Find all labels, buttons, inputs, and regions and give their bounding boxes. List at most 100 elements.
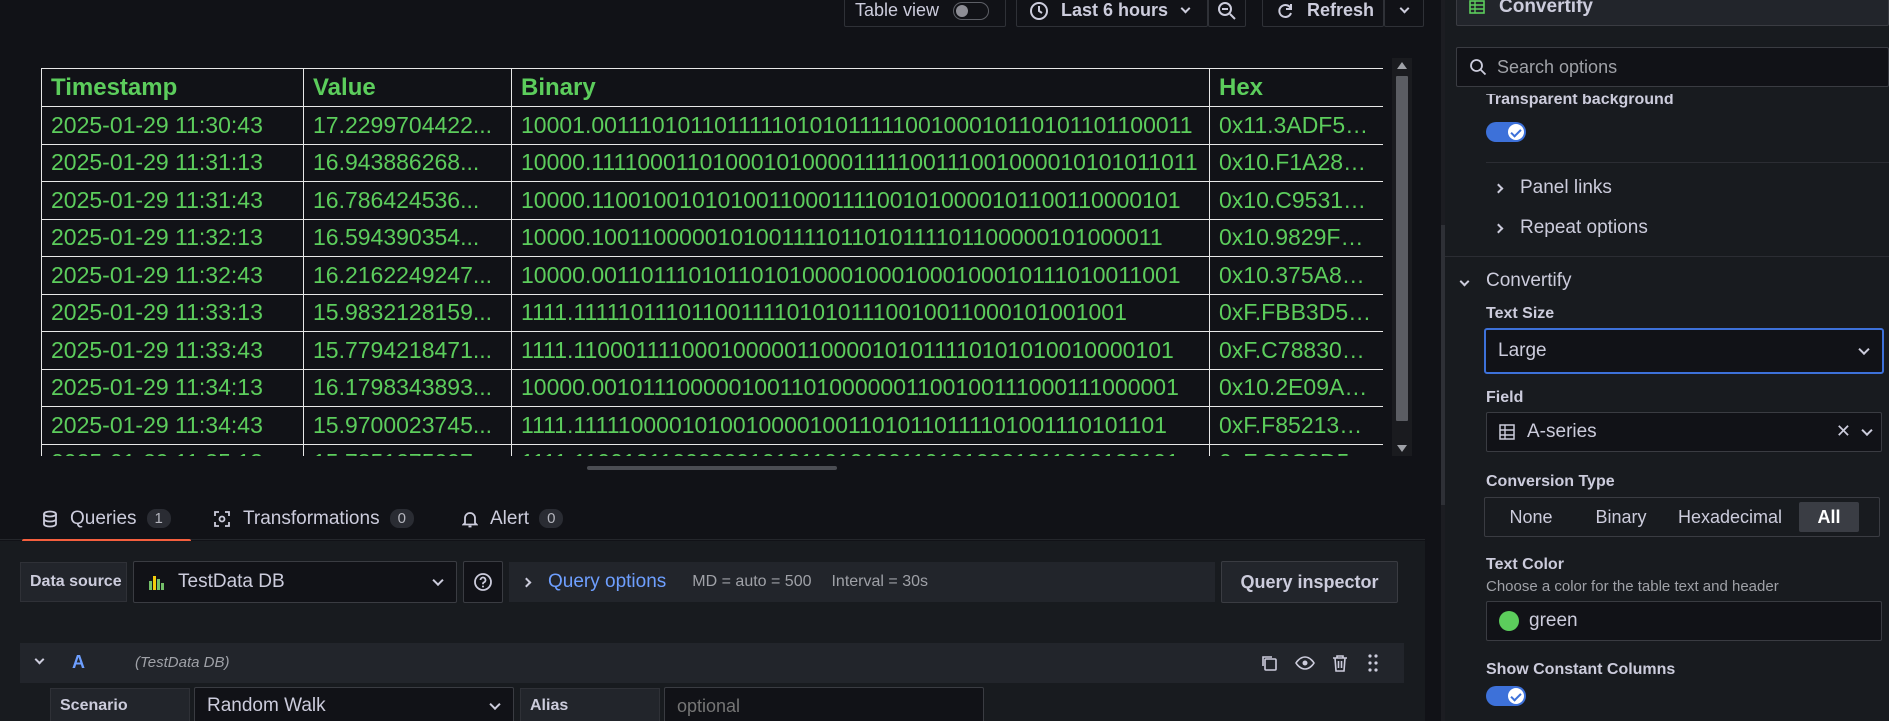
max-data-points-info: MD = auto = 500: [692, 573, 812, 590]
data-source-value: TestData DB: [178, 571, 285, 592]
query-row-header[interactable]: A (TestData DB): [20, 643, 1404, 683]
tab-transformations[interactable]: Transformations 0: [213, 497, 414, 540]
text-color-picker[interactable]: green: [1486, 601, 1882, 641]
search-input[interactable]: Search options: [1497, 57, 1617, 78]
eye-icon[interactable]: [1295, 654, 1315, 672]
conversion-option-binary[interactable]: Binary: [1577, 498, 1665, 536]
hex-cell: 0xF.C0C0D50...: [1209, 443, 1383, 456]
value-cell: 16.786424536...: [303, 181, 512, 220]
timestamp-cell: 2025-01-29 11:32:43: [41, 256, 304, 295]
conversion-option-hexadecimal[interactable]: Hexadecimal: [1665, 498, 1795, 536]
refresh-button[interactable]: Refresh: [1262, 0, 1384, 27]
data-source-picker[interactable]: TestData DB: [133, 561, 457, 603]
table-vertical-scrollbar[interactable]: [1392, 58, 1412, 456]
query-inspector-button[interactable]: Query inspector: [1221, 561, 1398, 603]
table-row: 2025-01-29 11:31:43 16.786424536... 10000.…: [41, 181, 1383, 220]
table-view-toggle[interactable]: Table view: [844, 0, 1006, 27]
value-cell: 15.7794218471...: [303, 331, 512, 370]
binary-cell: 10000.1111000110100010100001111100111001…: [511, 143, 1210, 182]
chevron-down-icon: [1858, 343, 1870, 356]
clear-icon[interactable]: ✕: [1836, 421, 1851, 442]
column-header-binary[interactable]: Binary: [511, 68, 1210, 107]
interval-info: Interval = 30s: [831, 573, 928, 590]
hex-cell: 0x10.9829F75...: [1209, 218, 1383, 257]
binary-cell: 1111.11111011101100111101010111001001100…: [511, 293, 1210, 332]
refresh-interval-dropdown[interactable]: [1384, 0, 1424, 27]
field-value: A-series: [1527, 421, 1597, 442]
trash-icon[interactable]: [1332, 654, 1348, 672]
zoom-out-icon: [1218, 1, 1236, 20]
binary-cell: 10000.0010111000001001101000000110010011…: [511, 368, 1210, 407]
zoom-out-button[interactable]: [1208, 0, 1246, 27]
options-scroll-area[interactable]: Transparent background Panel links Repea…: [1445, 94, 1889, 721]
chevron-down-icon: [1180, 3, 1191, 14]
visualization-picker[interactable]: Convertify: [1456, 0, 1889, 26]
table-view-switch[interactable]: [953, 1, 990, 20]
query-options-bar[interactable]: Query options MD = auto = 500 Interval =…: [509, 562, 1215, 602]
time-range-picker[interactable]: Last 6 hours: [1016, 0, 1208, 27]
scenario-label: Scenario: [50, 688, 190, 721]
convertify-plugin-icon: [1469, 0, 1485, 14]
query-ref-id[interactable]: A: [72, 652, 85, 673]
timestamp-cell: 2025-01-29 11:30:43: [41, 106, 304, 145]
convertify-section-header[interactable]: Convertify: [1459, 263, 1572, 299]
tab-transformations-label: Transformations: [243, 507, 380, 529]
show-constant-columns-label: Show Constant Columns: [1486, 661, 1676, 678]
chevron-down-icon: [1861, 424, 1873, 437]
data-table-container[interactable]: Timestamp Value Binary Hex 2025-01-29 11…: [41, 68, 1383, 456]
table-row: 2025-01-29 11:32:43 16.2162249247... 10000…: [41, 256, 1383, 295]
chevron-down-icon[interactable]: [34, 654, 45, 665]
duplicate-query-icon[interactable]: [1260, 654, 1278, 672]
conversion-option-all[interactable]: All: [1799, 502, 1859, 532]
query-datasource-name: (TestData DB): [135, 654, 230, 671]
table-header-row: Timestamp Value Binary Hex: [41, 68, 1383, 107]
alias-label: Alias: [520, 688, 660, 721]
value-cell: 15.9832128159...: [303, 293, 512, 332]
value-cell: 16.1798343893...: [303, 368, 512, 407]
show-constant-columns-switch[interactable]: [1486, 686, 1526, 706]
data-source-help-button[interactable]: [463, 561, 503, 603]
tab-alert[interactable]: Alert 0: [462, 497, 564, 540]
scenario-value: Random Walk: [207, 695, 326, 716]
binary-cell: 10000.0011011101011010100001000100010001…: [511, 256, 1210, 295]
table-row: 2025-01-29 11:32:13 16.594390354... 10000.…: [41, 218, 1383, 257]
conversion-option-none[interactable]: None: [1485, 498, 1577, 536]
hex-cell: 0xF.FBB3D5C...: [1209, 293, 1383, 332]
color-swatch[interactable]: [1499, 611, 1519, 631]
time-range-label: Last 6 hours: [1061, 0, 1169, 20]
tab-queries-label: Queries: [70, 507, 137, 529]
timestamp-cell: 2025-01-29 11:32:13: [41, 218, 304, 257]
repeat-options-section[interactable]: Repeat options: [1493, 212, 1648, 244]
divider: [1486, 162, 1889, 163]
table-row: 2025-01-29 11:30:43 17.2299704422... 10001…: [41, 106, 1383, 145]
panel-links-section[interactable]: Panel links: [1493, 172, 1612, 204]
search-icon: [1470, 59, 1487, 76]
scroll-up-arrow-icon[interactable]: [1397, 62, 1407, 69]
hex-cell: 0xF.C78830A...: [1209, 331, 1383, 370]
table-horizontal-scrollbar[interactable]: [587, 466, 837, 470]
text-size-select[interactable]: Large: [1484, 328, 1884, 374]
column-header-hex[interactable]: Hex: [1209, 68, 1383, 107]
field-select[interactable]: A-series ✕: [1486, 412, 1882, 452]
search-options-field[interactable]: Search options: [1456, 47, 1889, 87]
query-options-label[interactable]: Query options: [548, 571, 666, 593]
scroll-down-arrow-icon[interactable]: [1397, 445, 1407, 452]
table-icon: [1499, 424, 1515, 440]
chevron-right-icon: [1493, 223, 1504, 233]
panel-links-label: Panel links: [1520, 177, 1612, 198]
text-color-value: green: [1529, 610, 1578, 631]
column-header-timestamp[interactable]: Timestamp: [41, 68, 304, 107]
alias-input[interactable]: [664, 687, 984, 721]
hex-cell: 0x10.375A844...: [1209, 256, 1383, 295]
drag-handle-icon[interactable]: [1367, 653, 1379, 673]
timestamp-cell: 2025-01-29 11:31:13: [41, 143, 304, 182]
binary-cell: 10000.1001100000101001111011010111101100…: [511, 218, 1210, 257]
column-header-value[interactable]: Value: [303, 68, 512, 107]
tab-queries[interactable]: Queries 1: [22, 497, 191, 543]
scenario-select[interactable]: Random Walk: [194, 687, 514, 721]
text-size-label: Text Size: [1486, 305, 1555, 322]
tab-queries-count: 1: [146, 509, 171, 528]
options-pane: Convertify Search options Transparent ba…: [1445, 0, 1889, 721]
scrollbar-thumb[interactable]: [1396, 76, 1408, 421]
transparent-background-switch[interactable]: [1486, 122, 1526, 142]
